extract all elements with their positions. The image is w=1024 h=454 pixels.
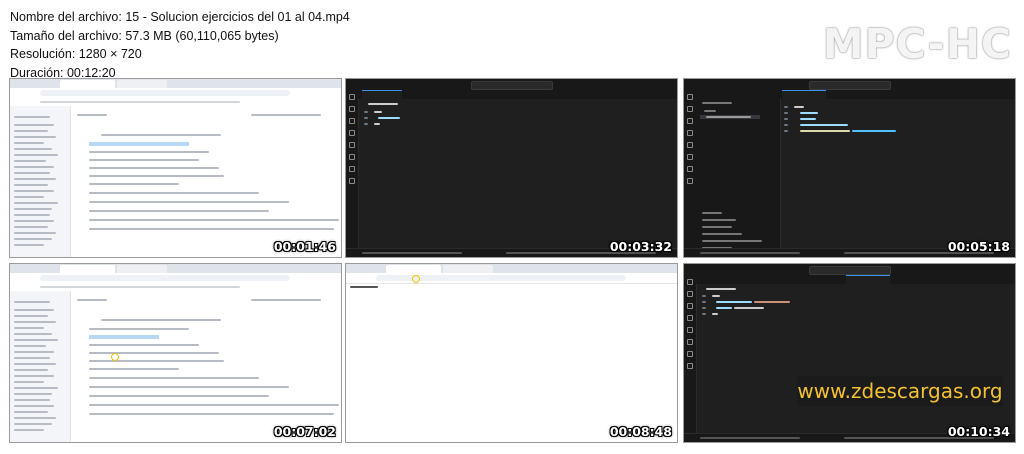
editor-activity-bar xyxy=(346,90,359,249)
browser-sidebar xyxy=(10,291,71,442)
browser-tabbar xyxy=(10,79,341,88)
timestamp: 00:10:34 xyxy=(947,424,1010,439)
timestamp: 00:03:32 xyxy=(609,239,672,254)
file-size: Tamaño del archivo: 57.3 MB (60,110,065 … xyxy=(10,28,279,43)
editor-activity-bar xyxy=(684,275,697,434)
brand-logo: MPC-HC xyxy=(822,20,1012,68)
timestamp: 00:08:48 xyxy=(609,424,672,439)
editor-tabs xyxy=(358,90,677,100)
timestamp: 00:07:02 xyxy=(273,424,336,439)
watermark: www.zdescargas.org xyxy=(797,376,1003,406)
editor-tabs xyxy=(696,275,1015,285)
browser-tabbar xyxy=(10,264,341,273)
thumbnail-4[interactable]: 00:07:02 xyxy=(9,263,342,443)
browser-address-bar xyxy=(346,273,677,284)
thumbnail-2[interactable]: 00:03:32 xyxy=(345,78,678,258)
thumbnail-5[interactable]: 00:08:48 xyxy=(345,263,678,443)
file-name: Nombre del archivo: 15 - Solucion ejerci… xyxy=(10,10,350,24)
file-resolution: Resolución: 1280 × 720 xyxy=(10,47,142,61)
timestamp: 00:05:18 xyxy=(947,239,1010,254)
editor-explorer xyxy=(696,90,781,256)
browser-content xyxy=(71,291,341,442)
thumbnail-3[interactable]: 00:05:18 xyxy=(683,78,1016,258)
thumbnail-6[interactable]: 00:10:34 xyxy=(683,263,1016,443)
editor-tabs xyxy=(780,90,1015,100)
browser-sidebar xyxy=(10,106,71,257)
browser-tabbar xyxy=(346,264,677,273)
timestamp: 00:01:46 xyxy=(273,239,336,254)
browser-content xyxy=(71,106,341,257)
file-info: Nombre del archivo: 15 - Solucion ejerci… xyxy=(10,8,350,82)
thumbnail-1[interactable]: 00:01:46 xyxy=(9,78,342,258)
